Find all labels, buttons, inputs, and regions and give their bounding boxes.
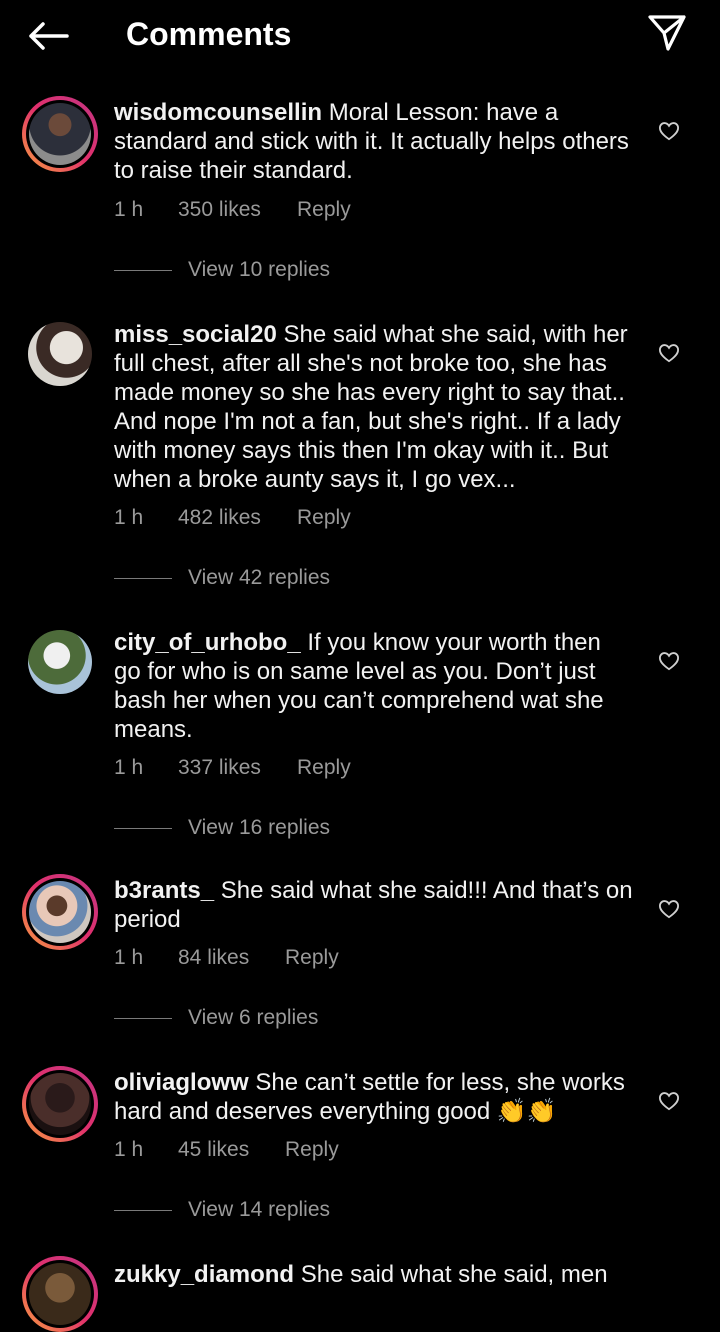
reply-button[interactable]: Reply: [285, 1138, 339, 1162]
reply-button[interactable]: Reply: [297, 756, 351, 780]
comment-meta: 1 h 337 likes Reply: [114, 756, 351, 780]
arrow-left-icon: [29, 22, 69, 50]
heart-icon: [658, 344, 680, 363]
comment-likes[interactable]: 84 likes: [178, 946, 285, 970]
view-replies-button[interactable]: View 42 replies: [114, 566, 330, 590]
comment-username[interactable]: b3rants_: [114, 877, 214, 904]
reply-button[interactable]: Reply: [297, 198, 351, 222]
page-title: Comments: [126, 16, 292, 52]
divider: [114, 577, 172, 579]
comment-likes[interactable]: 350 likes: [178, 198, 297, 222]
like-button[interactable]: [656, 896, 682, 922]
like-button[interactable]: [656, 648, 682, 674]
view-replies-label: View 14 replies: [188, 1198, 331, 1221]
divider: [114, 827, 172, 829]
comment-text: She said what she said, men: [300, 1261, 608, 1288]
avatar[interactable]: [22, 874, 98, 950]
heart-icon: [658, 652, 680, 671]
comment-username[interactable]: miss_social20: [114, 321, 277, 348]
like-button[interactable]: [656, 1088, 682, 1114]
share-button[interactable]: [646, 12, 688, 54]
avatar[interactable]: [22, 96, 98, 172]
comment-time: 1 h: [114, 1138, 144, 1161]
comment-time: 1 h: [114, 946, 144, 969]
heart-icon: [658, 122, 680, 141]
view-replies-button[interactable]: View 10 replies: [114, 258, 330, 282]
view-replies-label: View 10 replies: [188, 258, 331, 281]
view-replies-label: View 16 replies: [188, 816, 331, 839]
comment-meta: 1 h 350 likes Reply: [114, 198, 351, 222]
comment-username[interactable]: zukky_diamond: [114, 1261, 294, 1288]
view-replies-label: View 42 replies: [188, 566, 331, 589]
divider: [114, 1209, 172, 1211]
divider: [114, 269, 172, 271]
comment-username[interactable]: city_of_urhobo_: [114, 629, 301, 656]
view-replies-button[interactable]: View 16 replies: [114, 816, 330, 840]
avatar[interactable]: [22, 1066, 98, 1142]
comment-meta: 1 h 482 likes Reply: [114, 506, 351, 530]
heart-icon: [658, 1092, 680, 1111]
comment-time: 1 h: [114, 506, 144, 529]
view-replies-button[interactable]: View 14 replies: [114, 1198, 330, 1222]
reply-button[interactable]: Reply: [285, 946, 339, 970]
reply-button[interactable]: Reply: [297, 506, 351, 530]
heart-icon: [658, 900, 680, 919]
view-replies-label: View 6 replies: [188, 1006, 319, 1029]
avatar[interactable]: [28, 630, 92, 694]
comment-meta: 1 h 84 likes Reply: [114, 946, 339, 970]
comment-username[interactable]: wisdomcounsellin: [114, 99, 322, 126]
avatar[interactable]: [28, 322, 92, 386]
view-replies-button[interactable]: View 6 replies: [114, 1006, 318, 1030]
comment-meta: 1 h 45 likes Reply: [114, 1138, 339, 1162]
comment-time: 1 h: [114, 198, 144, 221]
like-button[interactable]: [656, 340, 682, 366]
comment-likes[interactable]: 482 likes: [178, 506, 297, 530]
comment-likes[interactable]: 337 likes: [178, 756, 297, 780]
comment-username[interactable]: oliviagloww: [114, 1069, 249, 1096]
divider: [114, 1017, 172, 1019]
comment-likes[interactable]: 45 likes: [178, 1138, 285, 1162]
comment-time: 1 h: [114, 756, 144, 779]
like-button[interactable]: [656, 118, 682, 144]
top-bar: Comments: [0, 0, 720, 70]
avatar[interactable]: [22, 1256, 98, 1332]
back-button[interactable]: [24, 14, 72, 58]
paper-plane-icon: [648, 15, 686, 51]
